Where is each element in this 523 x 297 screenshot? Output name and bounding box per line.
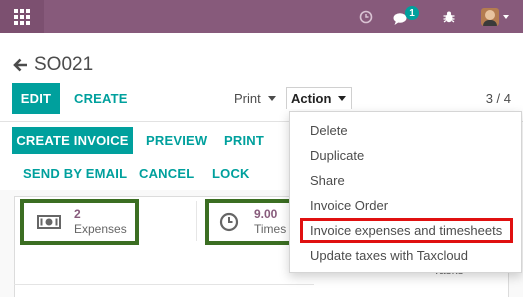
avatar	[481, 7, 499, 26]
action-dropdown[interactable]: Action	[286, 87, 353, 109]
menu-item-update-taxes-taxcloud[interactable]: Update taxes with Taxcloud	[290, 243, 521, 268]
print-button[interactable]: PRINT	[224, 127, 264, 154]
cancel-button[interactable]: CANCEL	[139, 160, 194, 187]
messages-badge: 1	[405, 6, 419, 20]
send-by-email-button[interactable]: SEND BY EMAIL	[23, 160, 127, 187]
chevron-down-icon	[267, 96, 276, 101]
create-invoice-button[interactable]: CREATE INVOICE	[12, 127, 133, 154]
print-dropdown[interactable]: Print	[234, 91, 276, 106]
menu-item-invoice-expenses-timesheets[interactable]: Invoice expenses and timesheets	[290, 218, 521, 243]
expenses-highlight-box	[20, 199, 139, 245]
activity-button[interactable]	[357, 0, 375, 33]
menu-item-invoice-order[interactable]: Invoice Order	[290, 193, 521, 218]
create-button[interactable]: CREATE	[74, 83, 128, 114]
breadcrumb: SO021	[12, 54, 93, 76]
top-navbar: 1	[0, 0, 523, 33]
clock-icon	[359, 10, 373, 23]
back-arrow-icon[interactable]	[12, 57, 28, 73]
menu-item-duplicate[interactable]: Duplicate	[290, 143, 521, 168]
user-menu-button[interactable]	[480, 0, 510, 33]
edit-button[interactable]: EDIT	[12, 83, 60, 114]
apps-grid-icon	[14, 8, 30, 25]
form-divider	[14, 284, 314, 285]
chevron-down-icon	[338, 96, 347, 101]
pager-value: 3 / 4	[485, 91, 511, 106]
timesheets-highlight-box	[205, 199, 298, 245]
lock-button[interactable]: LOCK	[212, 160, 250, 187]
preview-button[interactable]: PREVIEW	[146, 127, 207, 154]
action-dropdown-label: Action	[291, 91, 332, 106]
action-dropdown-menu: Delete Duplicate Share Invoice Order Inv…	[289, 111, 522, 273]
page-title: SO021	[34, 54, 94, 75]
apps-menu-button[interactable]	[0, 0, 44, 33]
smart-button-separator	[196, 201, 197, 241]
menu-item-share[interactable]: Share	[290, 168, 521, 193]
menu-item-delete[interactable]: Delete	[290, 118, 521, 143]
messages-button[interactable]: 1	[390, 0, 422, 33]
debug-button[interactable]	[440, 0, 458, 33]
chevron-down-icon	[503, 14, 509, 19]
print-dropdown-label: Print	[234, 91, 261, 106]
bug-icon	[443, 11, 455, 22]
